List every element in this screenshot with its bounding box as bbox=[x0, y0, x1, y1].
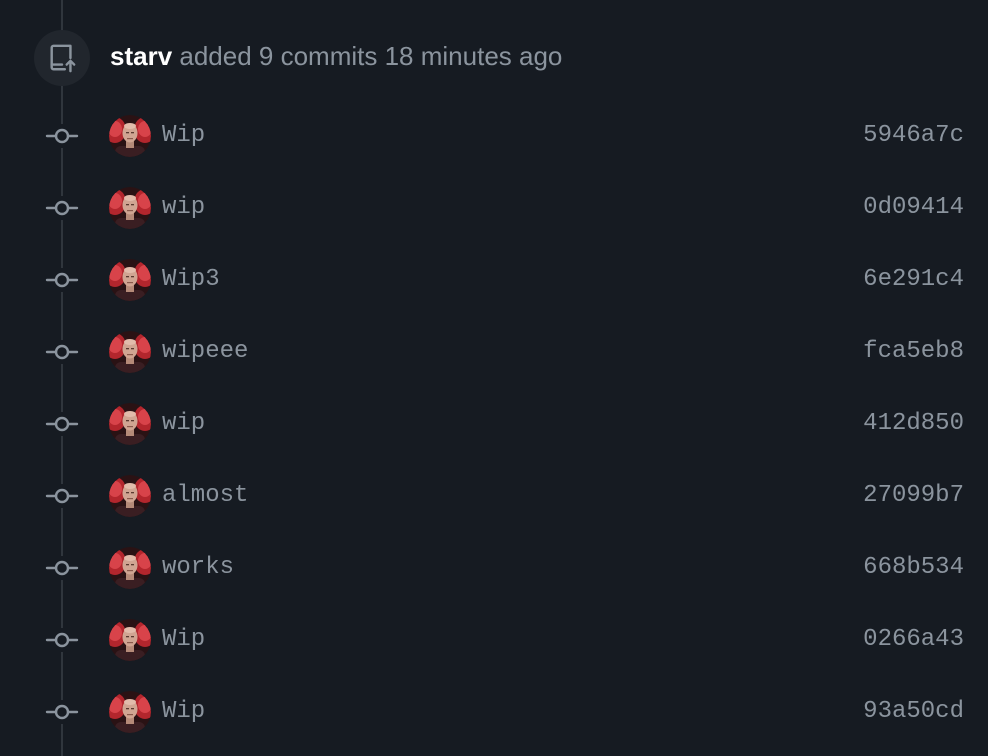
commit-sha-link[interactable]: 412d850 bbox=[863, 408, 964, 440]
commit-row: Wip3 6e291c4 bbox=[0, 244, 988, 316]
commit-message-link[interactable]: Wip bbox=[162, 624, 205, 656]
git-commit-icon bbox=[43, 628, 81, 652]
avatar[interactable] bbox=[109, 259, 151, 301]
commit-message-link[interactable]: almost bbox=[162, 480, 248, 512]
commit-sha-link[interactable]: 5946a7c bbox=[863, 120, 964, 152]
git-commit-icon bbox=[43, 412, 81, 436]
commit-sha-link[interactable]: 0266a43 bbox=[863, 624, 964, 656]
commit-row: Wip 5946a7c bbox=[0, 100, 988, 172]
git-commit-icon bbox=[43, 124, 81, 148]
avatar[interactable] bbox=[109, 403, 151, 445]
avatar[interactable] bbox=[109, 187, 151, 229]
commit-sha-link[interactable]: 27099b7 bbox=[863, 480, 964, 512]
commit-row: wip 0d09414 bbox=[0, 172, 988, 244]
event-action-text: added 9 commits 18 minutes ago bbox=[179, 41, 563, 71]
commit-message-link[interactable]: Wip bbox=[162, 696, 205, 728]
repo-push-icon bbox=[34, 30, 90, 86]
commit-row: works 668b534 bbox=[0, 532, 988, 604]
git-commit-icon bbox=[43, 484, 81, 508]
commit-sha-link[interactable]: 0d09414 bbox=[863, 192, 964, 224]
commit-message-link[interactable]: Wip3 bbox=[162, 264, 220, 296]
git-commit-icon bbox=[43, 556, 81, 580]
avatar[interactable] bbox=[109, 331, 151, 373]
commit-row: Wip 0266a43 bbox=[0, 604, 988, 676]
commit-message-link[interactable]: works bbox=[162, 552, 234, 584]
avatar[interactable] bbox=[109, 475, 151, 517]
avatar[interactable] bbox=[109, 691, 151, 733]
avatar[interactable] bbox=[109, 619, 151, 661]
commit-message-link[interactable]: wip bbox=[162, 408, 205, 440]
git-commit-icon bbox=[43, 196, 81, 220]
avatar[interactable] bbox=[109, 115, 151, 157]
commit-row: wipeee fca5eb8 bbox=[0, 316, 988, 388]
author-link[interactable]: starv bbox=[110, 41, 172, 71]
commit-message-link[interactable]: Wip bbox=[162, 120, 205, 152]
commit-row: Wip 93a50cd bbox=[0, 676, 988, 748]
commit-row: wip 412d850 bbox=[0, 388, 988, 460]
git-commit-icon bbox=[43, 268, 81, 292]
commit-message-link[interactable]: wip bbox=[162, 192, 205, 224]
commit-sha-link[interactable]: 6e291c4 bbox=[863, 264, 964, 296]
avatar[interactable] bbox=[109, 547, 151, 589]
commit-row: almost 27099b7 bbox=[0, 460, 988, 532]
commit-sha-link[interactable]: 668b534 bbox=[863, 552, 964, 584]
git-commit-icon bbox=[43, 700, 81, 724]
push-event-header: starv added 9 commits 18 minutes ago bbox=[0, 0, 988, 110]
event-description: starv added 9 commits 18 minutes ago bbox=[110, 38, 562, 74]
commit-message-link[interactable]: wipeee bbox=[162, 336, 248, 368]
commit-sha-link[interactable]: fca5eb8 bbox=[863, 336, 964, 368]
commit-sha-link[interactable]: 93a50cd bbox=[863, 696, 964, 728]
git-commit-icon bbox=[43, 340, 81, 364]
